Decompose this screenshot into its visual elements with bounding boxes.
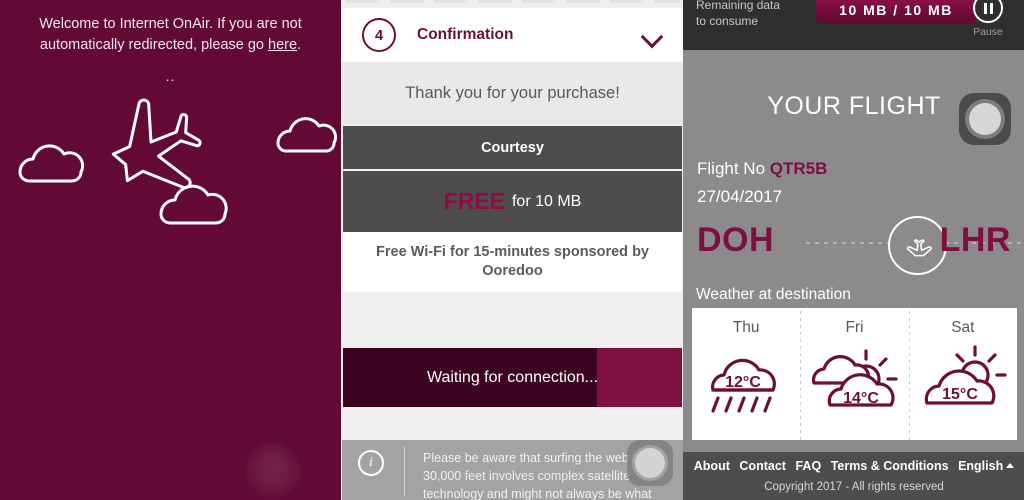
accordion-title: Confirmation: [417, 26, 514, 43]
offer-row: FREE for 10 MB: [343, 171, 682, 232]
origin-code: DOH: [697, 221, 775, 259]
footer-link-terms[interactable]: Terms & Conditions: [831, 459, 949, 473]
welcome-message: Welcome to Internet OnAir. If you are no…: [24, 14, 317, 56]
chevron-up-icon: [1006, 463, 1015, 468]
sun-behind-cloud-icon: 15°C: [917, 343, 1009, 426]
flight-info-panel: Remaining data to consume 10 MB / 10 MB …: [683, 0, 1024, 500]
rain-cloud-icon: 12°C: [700, 343, 792, 426]
menu-button[interactable]: [959, 93, 1011, 145]
remaining-data-label: Remaining data to consume: [696, 0, 806, 29]
forecast-day-label: Fri: [845, 319, 864, 336]
forecast-day-thu: Thu 12°C: [692, 308, 800, 440]
offer-free-label: FREE: [443, 188, 505, 214]
flight-date: 27/04/2017: [697, 187, 783, 206]
remaining-data-line1: Remaining data: [696, 0, 781, 12]
language-selector[interactable]: English: [958, 459, 1015, 473]
redirect-splash-panel: Welcome to Internet OnAir. If you are no…: [0, 0, 341, 500]
forecast-temp: 15°C: [942, 386, 978, 403]
pause-label: Pause: [973, 26, 1003, 38]
flight-number-value: QTR5B: [769, 159, 828, 178]
route-summary: DOH LHR: [683, 215, 1024, 275]
content-spacer: [342, 292, 683, 348]
redirect-here-link[interactable]: here: [268, 37, 297, 53]
loading-dots: ..: [165, 68, 176, 84]
scroll-to-top-button[interactable]: [627, 440, 673, 486]
content-spacer-lower: [342, 407, 683, 440]
waiting-status-text: Waiting for connection...: [426, 368, 599, 386]
footer-link-contact[interactable]: Contact: [739, 459, 786, 473]
forecast-day-label: Thu: [732, 319, 760, 336]
forecast-day-label: Sat: [951, 319, 975, 336]
footer: About Contact FAQ Terms & Conditions Eng…: [683, 452, 1024, 500]
pause-button[interactable]: Pause: [963, 0, 1013, 38]
waiting-progress-bar: Waiting for connection...: [343, 348, 682, 407]
flight-number-row: Flight No QTR5B: [697, 159, 827, 179]
remaining-data-line2: to consume: [696, 14, 759, 28]
top-progress-strip: [342, 0, 683, 8]
scroll-to-top-icon: [635, 448, 665, 478]
pause-icon: [973, 0, 1003, 23]
welcome-suffix: .: [297, 37, 302, 53]
route-dashes-left: [806, 242, 889, 244]
weather-forecast-card: Thu 12°C Fri 14°C Sat 15°C: [692, 308, 1017, 440]
forecast-temp: 14°C: [844, 390, 880, 407]
language-label: English: [958, 459, 1004, 473]
forecast-day-fri: Fri 14°C: [800, 308, 909, 440]
accordion-header-confirmation[interactable]: 4 Confirmation: [342, 8, 683, 62]
thank-you-message: Thank you for your purchase!: [342, 62, 683, 124]
footer-link-faq[interactable]: FAQ: [795, 459, 821, 473]
data-usage-pill: 10 MB / 10 MB: [816, 0, 976, 24]
destination-code: LHR: [939, 221, 1011, 259]
step-number-badge: 4: [362, 18, 396, 52]
courtesy-label: Courtesy: [343, 126, 682, 169]
disclaimer-divider: [404, 446, 405, 496]
copyright-text: Copyright 2017 - All rights reserved: [764, 481, 944, 493]
glow-dot-decoration: [245, 442, 301, 498]
flight-number-label: Flight No: [697, 159, 770, 178]
welcome-prefix: Welcome to Internet OnAir. If you are no…: [39, 16, 302, 53]
footer-link-about[interactable]: About: [694, 459, 730, 473]
data-allowance-bar: Remaining data to consume 10 MB / 10 MB …: [683, 0, 1024, 50]
purchase-confirmation-panel: 4 Confirmation Thank you for your purcha…: [341, 0, 683, 500]
plane-icon: [888, 216, 947, 275]
forecast-temp: 12°C: [725, 374, 761, 391]
footer-links: About Contact FAQ Terms & Conditions Eng…: [683, 459, 1024, 473]
menu-button-icon: [969, 103, 1001, 135]
sponsor-text: Free Wi-Fi for 15-minutes sponsored by O…: [376, 244, 649, 279]
sun-behind-cloud-icon: 14°C: [808, 343, 900, 426]
offer-detail-label: for 10 MB: [511, 192, 582, 210]
info-icon: i: [358, 450, 384, 476]
chevron-down-icon[interactable]: [644, 27, 663, 46]
three-panel-screenshot: Welcome to Internet OnAir. If you are no…: [0, 0, 1024, 500]
sponsor-note: Free Wi-Fi for 15-minutes sponsored by O…: [343, 232, 682, 292]
weather-heading: Weather at destination: [696, 286, 851, 303]
forecast-day-sat: Sat 15°C: [908, 308, 1017, 440]
